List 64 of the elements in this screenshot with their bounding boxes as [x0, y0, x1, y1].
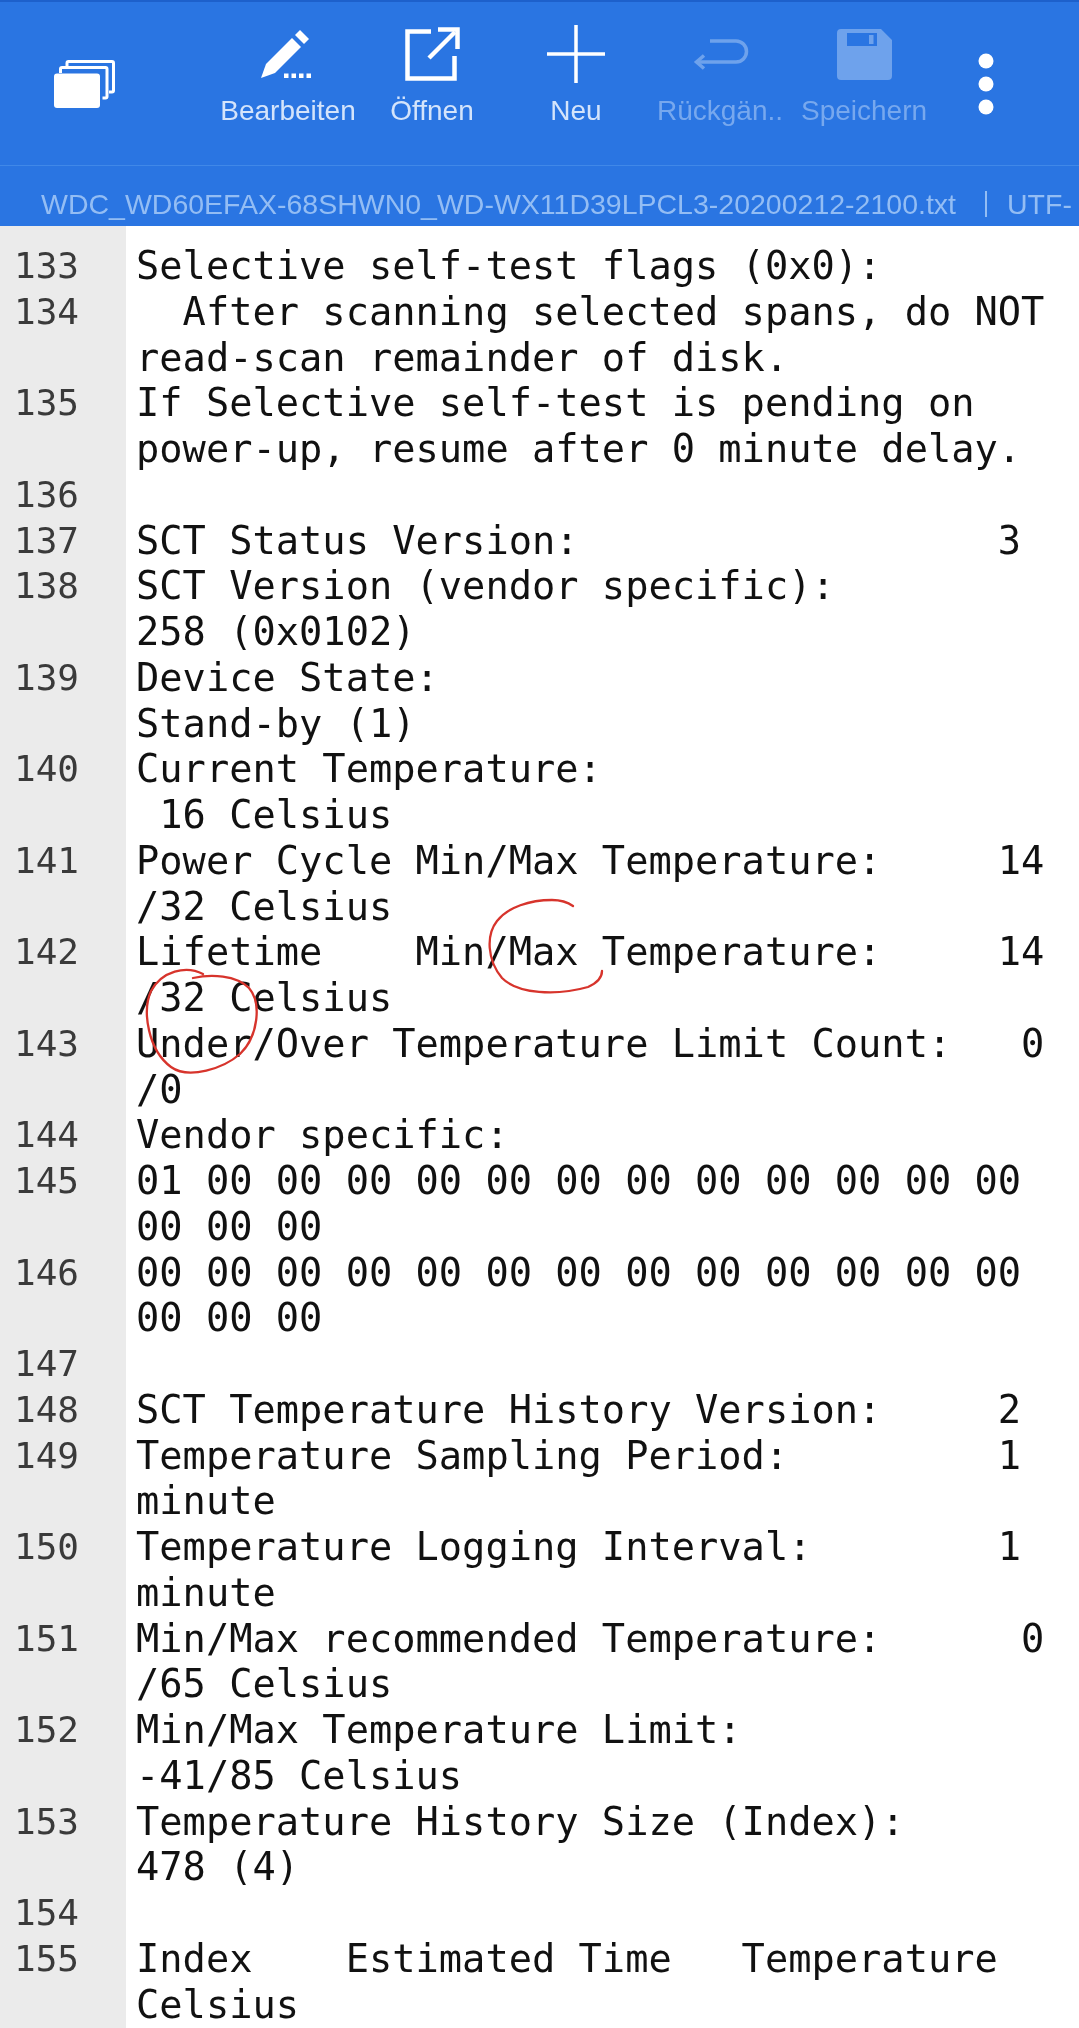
line-number: 155: [14, 1936, 80, 1981]
text-line: minute: [136, 1569, 276, 1616]
text-line: 00 00 00: [136, 1203, 323, 1250]
plus-icon: [547, 25, 605, 83]
text-line: 478 (4): [136, 1844, 300, 1890]
text-line: Min/Max Temperature Limit:: [136, 1707, 742, 1753]
file-name: WDC_WD60EFAX-68SHWN0_WD-WX11D39LPCL3-20200212-2100.txt: [41, 186, 956, 221]
text-line: If Selective self-test is pending on: [136, 380, 975, 426]
line-number: 141: [14, 838, 80, 883]
line-number: 146: [14, 1250, 80, 1295]
edit-button[interactable]: Bearbeiten: [216, 2, 360, 132]
text-line: Power Cycle Min/Max Temperature: 14: [136, 837, 1045, 884]
text-line: 01 00 00 00 00 00 00 00 00 00 00 00 00: [136, 1158, 1022, 1204]
text-line: Temperature Sampling Period: 1: [136, 1432, 1022, 1479]
text-line: Temperature History Size (Index):: [136, 1798, 905, 1845]
line-number: 137: [14, 518, 80, 563]
line-number: 152: [14, 1708, 80, 1752]
line-number: 144: [14, 1113, 80, 1158]
text-line: Stand-by (1): [136, 700, 416, 747]
line-number: 154: [14, 1891, 80, 1935]
line-number: 153: [14, 1799, 80, 1844]
encoding-label: UTF-: [1007, 186, 1072, 221]
text-line: SCT Status Version: 3: [136, 517, 1022, 564]
text-line: Celsius: [136, 1981, 300, 2028]
text-line: Selective self-test flags (0x0):: [136, 243, 882, 289]
open-button[interactable]: Öffnen: [360, 2, 504, 132]
line-number: 143: [14, 1021, 80, 1066]
text-line: Vendor specific:: [136, 1112, 509, 1158]
line-number: 136: [14, 472, 80, 517]
stacked-cards-icon: [54, 59, 115, 108]
text-line: 00 00 00: [136, 1295, 323, 1341]
line-number: 133: [14, 244, 80, 288]
text-line: Min/Max recommended Temperature: 0: [136, 1615, 1045, 1662]
new-button[interactable]: Neu: [504, 2, 648, 132]
line-number: 142: [14, 930, 80, 975]
text-line: Temperature Logging Interval: 1: [136, 1524, 1022, 1570]
line-number: 134: [14, 289, 80, 334]
text-line: SCT Temperature History Version: 2: [136, 1386, 1022, 1433]
text-line: /0: [136, 1066, 183, 1113]
line-number: 150: [14, 1525, 80, 1569]
vertical-dots-icon: [978, 52, 994, 115]
line-number: 145: [14, 1159, 80, 1203]
text-line: /32 Celsius: [136, 883, 393, 930]
text-line: 16 Celsius: [158, 792, 393, 838]
line-number: 135: [14, 381, 80, 426]
text-line: Device State:: [136, 654, 439, 701]
text-line: After scanning selected spans, do NOT: [181, 288, 1045, 335]
line-number: 139: [14, 655, 80, 700]
text-line: power-up, resume after 0 minute delay.: [136, 426, 1022, 472]
text-line: -41/85 Celsius: [136, 1752, 463, 1799]
text-line: Current Temperature:: [136, 746, 602, 792]
text-line: /65 Celsius: [136, 1661, 393, 1707]
line-number: 140: [14, 747, 80, 792]
text-line: Index Estimated Time Temperature: [136, 1935, 998, 1982]
text-line: minute: [136, 1478, 276, 1524]
text-line: 258 (0x0102): [136, 609, 416, 655]
line-number: 148: [14, 1387, 80, 1432]
line-number: 147: [14, 1342, 80, 1386]
text-line: 00 00 00 00 00 00 00 00 00 00 00 00 00: [136, 1249, 1022, 1296]
text-line: SCT Version (vendor specific):: [136, 563, 835, 609]
line-number: 138: [14, 564, 80, 609]
text-line: read-scan remainder of disk.: [136, 334, 789, 381]
line-number: 149: [14, 1433, 80, 1478]
line-number: 151: [14, 1616, 80, 1661]
